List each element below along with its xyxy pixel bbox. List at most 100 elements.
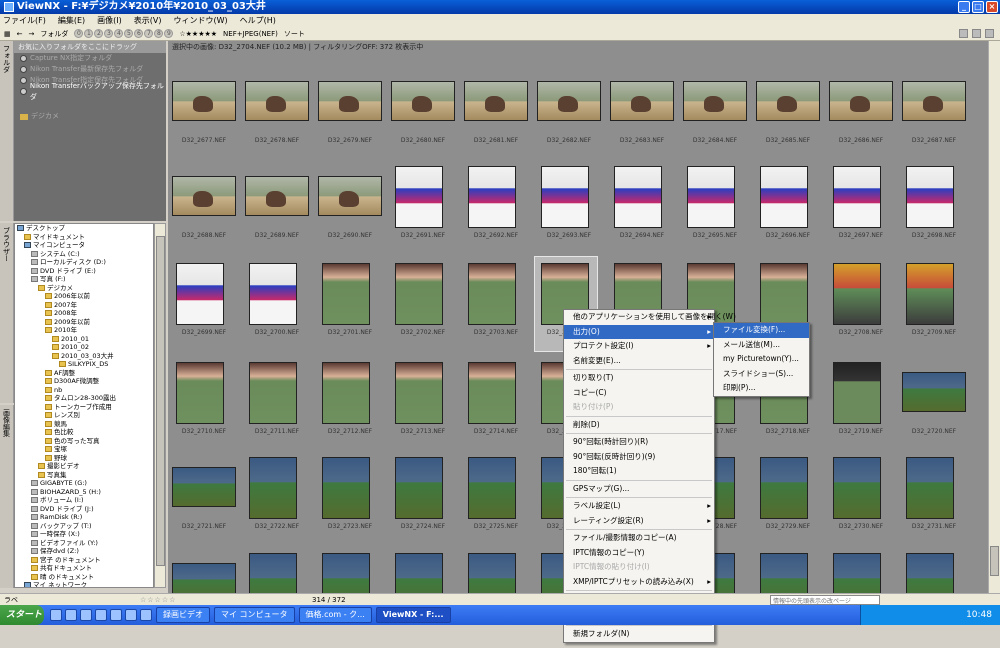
photo-thumbnail[interactable] — [322, 362, 370, 424]
tree-item[interactable]: 撮影ビデオ — [15, 462, 153, 471]
tree-item[interactable]: マイ ネットワーク — [15, 581, 153, 587]
photo-thumbnail[interactable] — [322, 457, 370, 519]
label-dot[interactable]: 9 — [164, 29, 174, 38]
scroll-thumb[interactable] — [990, 546, 999, 576]
rating-filter[interactable]: ☆★★★★★ — [179, 30, 217, 38]
context-menu-item[interactable]: ラベル設定(L) — [564, 499, 714, 514]
tree-item[interactable]: 色比較 — [15, 428, 153, 437]
photo-thumbnail[interactable] — [318, 81, 382, 121]
view-mode-icon[interactable] — [959, 29, 968, 38]
tree-item[interactable]: GIGABYTE (G:) — [15, 479, 153, 488]
forward-icon[interactable]: → — [29, 30, 35, 38]
thumbnail[interactable]: D32_2688.NEF — [168, 166, 240, 261]
photo-thumbnail[interactable] — [391, 81, 455, 121]
thumbnail[interactable]: D32_2685.NEF — [752, 71, 824, 166]
tree-item[interactable]: 晴 のドキュメント — [15, 573, 153, 582]
photo-thumbnail[interactable] — [245, 81, 309, 121]
photo-thumbnail[interactable] — [245, 176, 309, 216]
thumbnail[interactable]: D32_2721.NEF — [168, 457, 240, 552]
label-dot[interactable]: 1 — [84, 29, 94, 38]
thumbnail[interactable]: D32_2713.NEF — [387, 362, 459, 457]
photo-thumbnail[interactable] — [760, 457, 808, 519]
thumb-size-icon[interactable] — [972, 29, 981, 38]
photo-thumbnail[interactable] — [541, 166, 589, 228]
tree-item[interactable]: SILKYPIX_DS — [15, 360, 153, 369]
menu-item[interactable]: ウィンドウ(W) — [173, 15, 227, 26]
thumbnail[interactable]: D32_2677.NEF — [168, 71, 240, 166]
menu-item[interactable]: 編集(E) — [58, 15, 85, 26]
context-menu-item[interactable]: 180°回転(1) — [564, 464, 714, 479]
thumbnail[interactable]: D32_2686.NEF — [825, 71, 897, 166]
menu-item[interactable]: 画像(I) — [97, 15, 122, 26]
context-menu-item[interactable]: ファイル/撮影情報のコピー(A) — [564, 531, 714, 546]
photo-thumbnail[interactable] — [318, 176, 382, 216]
photo-thumbnail[interactable] — [176, 263, 224, 325]
thumbnail[interactable]: D32_2723.NEF — [314, 457, 386, 552]
thumbnail[interactable]: D32_2692.NEF — [460, 166, 532, 261]
tree-item[interactable]: ローカルディスク (D:) — [15, 258, 153, 267]
thumbnail-scrollbar[interactable] — [988, 41, 1000, 593]
photo-thumbnail[interactable] — [172, 467, 236, 507]
photo-thumbnail[interactable] — [683, 81, 747, 121]
photo-thumbnail[interactable] — [760, 263, 808, 325]
thumbnail[interactable]: D32_2725.NEF — [460, 457, 532, 552]
tree-item[interactable]: 宝塚 — [15, 445, 153, 454]
taskbar-button[interactable]: 録画ビデオ — [156, 607, 210, 623]
grid-view-icon[interactable]: ▦ — [4, 30, 11, 38]
maximize-button[interactable]: □ — [972, 1, 984, 13]
photo-thumbnail[interactable] — [760, 166, 808, 228]
photo-thumbnail[interactable] — [322, 263, 370, 325]
tree-item[interactable]: 写真集 — [15, 471, 153, 480]
minimize-button[interactable]: _ — [958, 1, 970, 13]
tree-item[interactable]: nb — [15, 386, 153, 395]
thumbnail[interactable]: D32_2695.NEF — [679, 166, 751, 261]
label-dot[interactable]: 4 — [114, 29, 124, 38]
context-menu-item[interactable]: 90°回転(反時計回り)(9) — [564, 450, 714, 465]
photo-thumbnail[interactable] — [464, 81, 528, 121]
submenu-item[interactable]: my Picturetown(Y)... — [714, 352, 809, 367]
photo-thumbnail[interactable] — [687, 166, 735, 228]
photo-thumbnail[interactable] — [249, 362, 297, 424]
photo-thumbnail[interactable] — [906, 263, 954, 325]
favorite-item[interactable]: Capture NX指定フォルダ — [14, 53, 166, 64]
context-menu-item[interactable]: 90°回転(時計回り)(R) — [564, 435, 714, 450]
photo-thumbnail[interactable] — [249, 263, 297, 325]
tree-item[interactable]: D300AF微調整 — [15, 377, 153, 386]
tree-item[interactable]: 2010_03_03大井 — [15, 352, 153, 361]
thumbnail[interactable]: D32_2722.NEF — [241, 457, 313, 552]
taskbar-button[interactable]: マイ コンピュータ — [214, 607, 295, 623]
thumbnail[interactable]: D32_2701.NEF — [314, 263, 386, 358]
photo-thumbnail[interactable] — [833, 362, 881, 424]
photo-thumbnail[interactable] — [468, 166, 516, 228]
label-dot[interactable]: 7 — [144, 29, 154, 38]
tree-item[interactable]: ビデオファイル (Y:) — [15, 539, 153, 548]
photo-thumbnail[interactable] — [833, 457, 881, 519]
tree-scrollbar[interactable] — [154, 223, 166, 588]
sort-button[interactable]: ソート — [284, 29, 305, 39]
taskbar-button[interactable]: ViewNX - F:... — [375, 607, 451, 623]
thumbnail[interactable]: D32_2730.NEF — [825, 457, 897, 552]
photo-thumbnail[interactable] — [833, 263, 881, 325]
tree-item[interactable]: マイドキュメント — [15, 233, 153, 242]
thumbnail[interactable]: D32_2694.NEF — [606, 166, 678, 261]
tree-scroll-thumb[interactable] — [156, 236, 165, 566]
start-button[interactable]: スタート — [0, 605, 44, 625]
thumbnail[interactable]: D32_2684.NEF — [679, 71, 751, 166]
tree-item[interactable]: デスクトップ — [15, 224, 153, 233]
context-menu-item[interactable]: 名前変更(E)... — [564, 354, 714, 369]
thumbnail[interactable]: D32_2698.NEF — [898, 166, 970, 261]
tree-item[interactable]: RamDisk (R:) — [15, 513, 153, 522]
tree-item[interactable]: 野球 — [15, 454, 153, 463]
context-menu-item[interactable]: 新規フォルダ(N) — [564, 627, 714, 642]
submenu-item[interactable]: 印刷(P)... — [714, 381, 809, 396]
photo-thumbnail[interactable] — [395, 263, 443, 325]
photo-thumbnail[interactable] — [468, 263, 516, 325]
submenu-item[interactable]: メール送信(M)... — [714, 338, 809, 353]
thumbnail[interactable]: D32_2689.NEF — [241, 166, 313, 261]
thumbnail[interactable]: D32_2714.NEF — [460, 362, 532, 457]
tree-item[interactable]: ボリューム (I:) — [15, 496, 153, 505]
photo-thumbnail[interactable] — [172, 176, 236, 216]
label-dot[interactable]: 2 — [94, 29, 104, 38]
context-menu-item[interactable]: プロテクト設定(I) — [564, 339, 714, 354]
menu-item[interactable]: 表示(V) — [134, 15, 162, 26]
